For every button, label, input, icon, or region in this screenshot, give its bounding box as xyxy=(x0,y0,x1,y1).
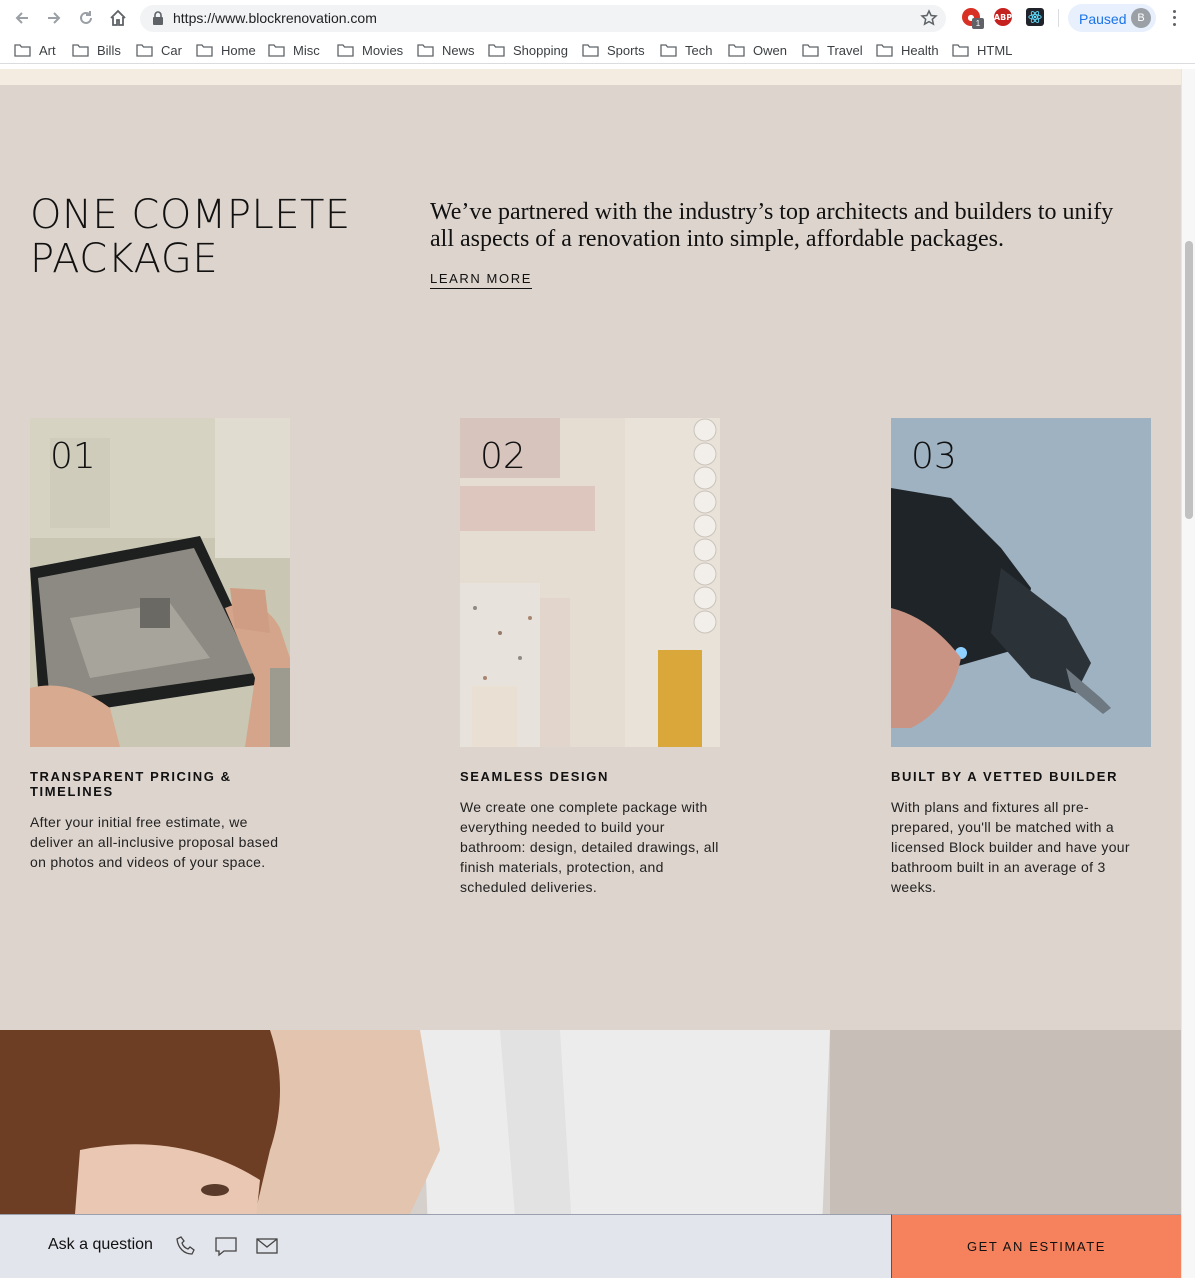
feature-description: With plans and fixtures all pre-prepared… xyxy=(891,799,1130,895)
folder-icon xyxy=(728,44,745,57)
page-scrollbar[interactable] xyxy=(1181,69,1195,1278)
lock-icon xyxy=(153,11,163,25)
feature-description: We create one complete package with ever… xyxy=(460,799,719,895)
ask-question-label: Ask a question xyxy=(48,1236,153,1253)
adblock-icon[interactable]: ABP xyxy=(994,8,1012,26)
bookmark-health[interactable]: Health xyxy=(876,41,939,59)
bookmark-html[interactable]: HTML xyxy=(952,41,1012,59)
feature-card: 02 SEAMLESS DESIGN We create one complet… xyxy=(460,418,721,897)
folder-icon xyxy=(14,44,31,57)
arrow-left-icon xyxy=(15,12,28,24)
folder-icon xyxy=(582,44,599,57)
folder-icon xyxy=(136,44,153,57)
feature-title: TRANSPARENT PRICING & TIMELINES xyxy=(30,769,232,799)
folder-icon xyxy=(952,44,969,57)
react-devtools-icon[interactable] xyxy=(1026,8,1044,26)
bookmark-label: Owen xyxy=(753,42,787,58)
browser-menu-icon[interactable] xyxy=(1166,8,1182,28)
url-text: https://www.blockrenovation.com xyxy=(173,10,377,26)
bookmark-car[interactable]: Car xyxy=(136,41,182,59)
bookmark-label: Car xyxy=(161,42,182,58)
folder-icon xyxy=(337,44,354,57)
bookmark-news[interactable]: News xyxy=(417,41,475,59)
bookmark-shopping[interactable]: Shopping xyxy=(488,41,568,59)
previous-section-edge xyxy=(0,69,1181,85)
bookmark-label: Home xyxy=(221,42,256,58)
ask-question-bar: Ask a question xyxy=(0,1214,891,1278)
bookmark-label: Misc xyxy=(293,42,320,58)
reload-icon xyxy=(80,11,92,24)
folder-icon xyxy=(660,44,677,57)
bookmark-home[interactable]: Home xyxy=(196,41,256,59)
bookmark-label: Bills xyxy=(97,42,121,58)
folder-icon xyxy=(268,44,285,57)
feature-number: 01 xyxy=(50,436,96,477)
learn-more-link[interactable]: LEARN MORE xyxy=(430,271,532,289)
bookmark-label: Shopping xyxy=(513,42,568,58)
feature-number: 03 xyxy=(911,436,957,477)
bookmark-label: Health xyxy=(901,42,939,58)
folder-icon xyxy=(876,44,893,57)
back-button[interactable] xyxy=(10,6,34,30)
feature-card: 03 BUILT BY A VETTED BUILDER With plans … xyxy=(891,418,1152,897)
phone-icon[interactable] xyxy=(174,1234,198,1258)
bookmarks-bar: Art Bills Car Home Misc Movies News Shop… xyxy=(0,36,1195,64)
extension-badge: 1 xyxy=(972,18,984,29)
bookmark-label: HTML xyxy=(977,42,1013,58)
bookmark-label: Art xyxy=(39,42,56,58)
section-intro: We’ve partnered with the industry’s top … xyxy=(430,199,1114,252)
home-button[interactable] xyxy=(106,6,130,30)
page-content: ONE COMPLETE PACKAGE We’ve partnered wit… xyxy=(0,69,1181,1278)
folder-icon xyxy=(417,44,434,57)
chat-icon[interactable] xyxy=(214,1234,238,1258)
bookmark-art[interactable]: Art xyxy=(14,41,56,59)
bookmark-bills[interactable]: Bills xyxy=(72,41,121,59)
feature-card: 01 TRANSPARENT PRICING & TIMELINES After… xyxy=(30,418,291,872)
profile-button[interactable]: Paused B xyxy=(1068,4,1156,32)
bookmark-label: News xyxy=(442,42,475,58)
bookmark-label: Sports xyxy=(607,42,645,58)
scrollbar-thumb[interactable] xyxy=(1185,241,1193,519)
address-bar[interactable]: https://www.blockrenovation.com xyxy=(140,5,946,32)
bookmark-tech[interactable]: Tech xyxy=(660,41,712,59)
forward-button[interactable] xyxy=(42,6,66,30)
feature-image-tablet: 01 xyxy=(30,418,290,747)
feature-number: 02 xyxy=(480,436,526,477)
folder-icon xyxy=(196,44,213,57)
feature-title: SEAMLESS DESIGN xyxy=(460,769,609,784)
section-headline: ONE COMPLETE PACKAGE xyxy=(30,192,351,282)
reload-button[interactable] xyxy=(74,6,98,30)
folder-icon xyxy=(802,44,819,57)
bookmark-travel[interactable]: Travel xyxy=(802,41,863,59)
home-icon xyxy=(110,9,126,26)
bookmark-sports[interactable]: Sports xyxy=(582,41,645,59)
folder-icon xyxy=(488,44,505,57)
feature-image-drill: 03 xyxy=(891,418,1151,747)
toolbar-divider xyxy=(1058,9,1059,27)
bookmark-star-icon[interactable] xyxy=(920,9,938,27)
bookmark-owen[interactable]: Owen xyxy=(728,41,787,59)
feature-title: BUILT BY A VETTED BUILDER xyxy=(891,769,1119,784)
profile-status: Paused xyxy=(1079,11,1127,27)
feature-description: After your initial free estimate, we del… xyxy=(30,814,279,870)
bookmark-label: Movies xyxy=(362,42,404,58)
email-icon[interactable] xyxy=(255,1234,279,1258)
bookmark-movies[interactable]: Movies xyxy=(337,41,403,59)
get-estimate-button[interactable]: GET AN ESTIMATE xyxy=(891,1214,1181,1278)
browser-toolbar: https://www.blockrenovation.com ● 1 ABP … xyxy=(0,0,1195,36)
bookmark-label: Tech xyxy=(685,42,713,58)
folder-icon xyxy=(72,44,89,57)
bookmark-misc[interactable]: Misc xyxy=(268,41,320,59)
avatar: B xyxy=(1131,8,1151,28)
feature-image-materials: 02 xyxy=(460,418,720,747)
arrow-right-icon xyxy=(48,12,61,24)
bookmark-label: Travel xyxy=(827,42,863,58)
